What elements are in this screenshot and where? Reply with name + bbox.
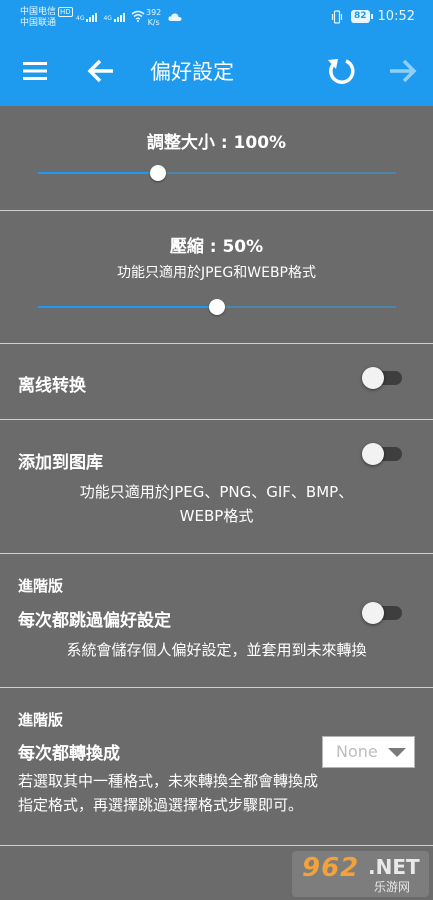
compress-section: 壓縮 : 50% 功能只適用於JPEG和WEBP格式 <box>0 211 433 344</box>
skip-pref-section: 進階版 每次都跳過偏好設定 系統會儲存個人偏好設定，並套用到未來轉換 <box>0 554 433 688</box>
watermark-suffix: .NET <box>368 855 420 879</box>
signal-1-icon: 4G <box>76 13 98 22</box>
resize-slider[interactable] <box>38 163 396 183</box>
toggle-knob <box>362 367 384 389</box>
status-bar: 中国电信 HD 中国联通 4G 4G 392 K/s 82 10:52 <box>0 0 433 36</box>
compress-note: 功能只適用於JPEG和WEBP格式 <box>116 265 316 281</box>
offline-toggle[interactable] <box>362 367 402 389</box>
watermark-site: 乐游网 <box>374 880 411 894</box>
slider-thumb[interactable] <box>209 299 225 315</box>
clock: 10:52 <box>377 9 415 24</box>
app-bar: 偏好設定 <box>0 36 433 106</box>
skip-pref-label: 每次都跳過偏好設定 <box>18 611 171 631</box>
premium-badge: 進階版 <box>18 577 64 595</box>
always-convert-section: 進階版 每次都轉換成 None 若選取其中一種格式，未來轉換全都會轉換成 指定格… <box>0 688 433 846</box>
compress-slider[interactable] <box>38 297 396 317</box>
skip-pref-toggle[interactable] <box>362 602 402 624</box>
toggle-knob <box>362 443 384 465</box>
vibrate-icon <box>331 9 343 24</box>
chevron-down-icon <box>388 748 406 757</box>
slider-fill <box>38 172 158 174</box>
page-title: 偏好設定 <box>150 60 234 84</box>
forward-arrow-icon[interactable] <box>386 54 420 88</box>
cloud-icon <box>168 13 182 21</box>
always-convert-note: 若選取其中一種格式，未來轉換全都會轉換成 指定格式，再選擇跳過選擇格式步驟即可。 <box>18 772 319 814</box>
premium-badge: 進階版 <box>18 711 64 729</box>
offline-section: 离线转换 <box>0 344 433 420</box>
signal-2-icon: 4G <box>103 13 125 22</box>
hd-badge: HD <box>58 7 73 17</box>
carrier-1: 中国电信 <box>20 7 57 17</box>
signal-indicators: 4G 4G <box>76 10 145 22</box>
battery-icon: 82 <box>351 10 373 23</box>
offline-label: 离线转换 <box>18 376 86 396</box>
gallery-section: 添加到图库 功能只適用於JPEG、PNG、GIF、BMP、 WEBP格式 <box>0 420 433 554</box>
status-right: 82 10:52 <box>331 9 415 24</box>
resize-label: 調整大小 : 100% <box>146 133 287 153</box>
always-convert-label: 每次都轉換成 <box>18 744 120 764</box>
watermark-number: 962 <box>302 853 360 883</box>
compress-label: 壓縮 : 50% <box>169 237 264 257</box>
watermark-logo: 962 .NET 乐游网 <box>292 851 429 897</box>
refresh-icon[interactable] <box>324 54 358 88</box>
skip-pref-note: 系統會儲存個人偏好設定，並套用到未來轉換 <box>66 641 367 659</box>
carrier-info: 中国电信 HD 中国联通 <box>20 7 73 29</box>
back-arrow-icon[interactable] <box>84 54 118 88</box>
format-select[interactable]: None <box>322 736 415 768</box>
gallery-toggle[interactable] <box>362 443 402 465</box>
wifi-icon <box>131 10 145 22</box>
network-speed: 392 K/s <box>146 8 162 27</box>
toggle-knob <box>362 602 384 624</box>
menu-icon[interactable] <box>18 54 52 88</box>
slider-fill <box>38 306 217 308</box>
format-select-value: None <box>336 742 378 761</box>
gallery-label: 添加到图库 <box>18 453 103 473</box>
gallery-note: 功能只適用於JPEG、PNG、GIF、BMP、 WEBP格式 <box>79 483 354 525</box>
resize-section: 調整大小 : 100% <box>0 106 433 211</box>
slider-thumb[interactable] <box>149 165 166 181</box>
carrier-2: 中国联通 <box>20 18 57 28</box>
